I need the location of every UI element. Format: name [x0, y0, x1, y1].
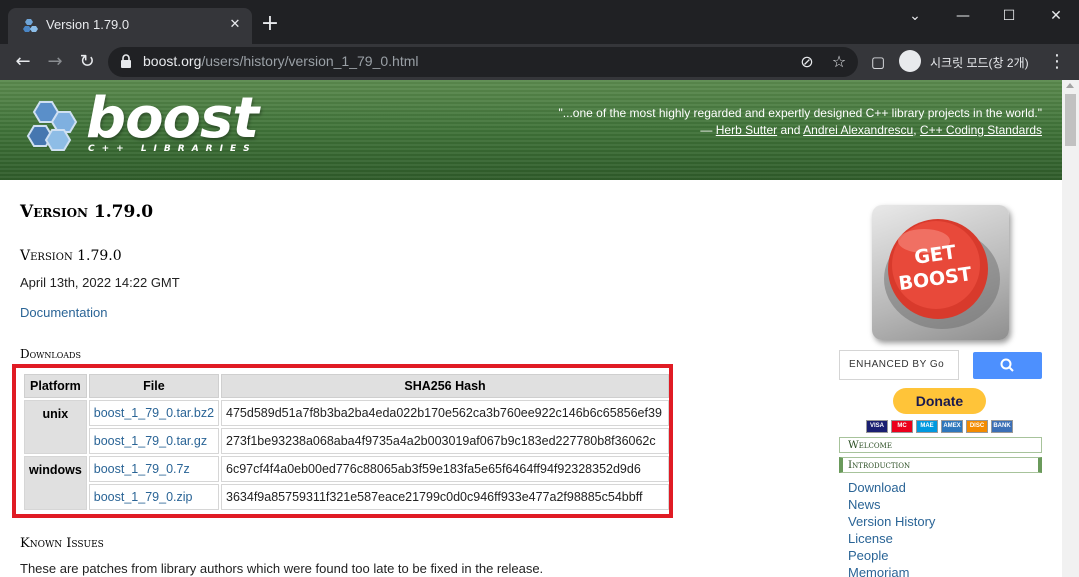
file-cell: boost_1_79_0.zip	[88, 484, 220, 510]
incognito-icon	[899, 50, 921, 72]
forward-icon[interactable]: →	[41, 48, 69, 76]
search-placeholder: ENHANCED BY Go	[849, 359, 945, 370]
menu-kebab-icon[interactable]: ⋮	[1043, 48, 1071, 76]
section-version-heading: Version 1.79.0	[20, 248, 122, 264]
sidebar-section-welcome[interactable]: Welcome	[839, 437, 1042, 453]
search-button[interactable]	[973, 352, 1042, 379]
address-bar[interactable]: boost.org/users/history/version_1_79_0.h…	[108, 47, 858, 77]
header-quote: "...one of the most highly regarded and …	[558, 106, 1042, 137]
platform-cell: windows	[24, 456, 87, 510]
table-header-file: File	[88, 374, 220, 398]
mastercard-icon: MC	[891, 420, 913, 433]
discover-icon: DISC	[966, 420, 988, 433]
sidebar-link-news[interactable]: News	[848, 497, 881, 512]
tab-search-icon[interactable]: ⌄	[892, 4, 938, 28]
side-panel-icon[interactable]: ▢	[864, 48, 892, 76]
known-issues-heading: Known Issues	[20, 536, 104, 551]
platform-cell: unix	[24, 400, 87, 454]
table-header-platform: Platform	[24, 374, 87, 398]
logo-subtitle: C++ LIBRARIES	[88, 144, 257, 154]
hash-cell: 6c97cf4f4a0eb00ed776c88065ab3f59e183fa5e…	[221, 456, 670, 482]
file-cell: boost_1_79_0.tar.gz	[88, 428, 220, 454]
page-title: Version 1.79.0	[20, 202, 154, 222]
known-issues-text: These are patches from library authors w…	[20, 561, 544, 576]
downloads-table: Platform File SHA256 Hash unix boost_1_7…	[22, 372, 671, 512]
file-link[interactable]: boost_1_79_0.tar.bz2	[94, 406, 214, 420]
bank-card-icon: BANK	[991, 420, 1013, 433]
visa-card-icon: VISA	[866, 420, 888, 433]
downloads-heading: Downloads	[20, 347, 81, 361]
author-link-andrei-alexandrescu[interactable]: Andrei Alexandrescu	[803, 123, 913, 137]
file-link[interactable]: boost_1_79_0.zip	[94, 490, 193, 504]
window-close-icon[interactable]: ✕	[1033, 4, 1079, 28]
sidebar-link-license[interactable]: License	[848, 531, 893, 546]
browser-toolbar: ← → ↻ boost.org/users/history/version_1_…	[0, 44, 1079, 80]
table-row: windows boost_1_79_0.7z 6c97cf4f4a0eb00e…	[24, 456, 670, 510]
table-row: unix boost_1_79_0.tar.bz2 475d589d51a7f8…	[24, 400, 670, 454]
hash-cell: 273f1be93238a068aba4f9735a4a2b003019af06…	[221, 428, 670, 454]
close-tab-icon[interactable]: ✕	[226, 16, 244, 34]
boost-favicon-icon	[23, 19, 38, 32]
minimize-icon[interactable]: —	[940, 4, 986, 28]
bookmark-star-icon[interactable]: ☆	[829, 52, 849, 72]
web-page: boost C++ LIBRARIES "...one of the most …	[0, 80, 1079, 577]
author-link-herb-sutter[interactable]: Herb Sutter	[716, 123, 777, 137]
sidebar-link-memoriam[interactable]: Memoriam	[848, 565, 909, 577]
search-input[interactable]: ENHANCED BY Go	[839, 350, 959, 380]
get-boost-button[interactable]: GET BOOST	[872, 205, 1009, 340]
back-icon[interactable]: ←	[9, 48, 37, 76]
release-date: April 13th, 2022 14:22 GMT	[20, 275, 180, 290]
table-row: boost_1_79_0.zip 3634f9a85759311f321e587…	[24, 484, 670, 510]
sidebar-link-download[interactable]: Download	[848, 480, 906, 495]
sidebar-link-version-history[interactable]: Version History	[848, 514, 935, 529]
table-header-hash: SHA256 Hash	[221, 374, 670, 398]
documentation-link[interactable]: Documentation	[20, 305, 107, 320]
book-link[interactable]: C++ Coding Standards	[920, 123, 1042, 137]
new-tab-icon[interactable]: +	[258, 12, 282, 36]
amex-icon: AMEX	[941, 420, 963, 433]
hash-cell: 475d589d51a7f8b3ba2ba4eda022b170e562ca3b…	[221, 400, 670, 426]
lock-icon	[121, 54, 131, 68]
table-row: boost_1_79_0.tar.gz 273f1be93238a068aba4…	[24, 428, 670, 454]
sidebar-link-people[interactable]: People	[848, 548, 888, 563]
scroll-thumb[interactable]	[1065, 94, 1076, 146]
tab-title: Version 1.79.0	[46, 17, 130, 32]
reload-icon[interactable]: ↻	[73, 48, 101, 76]
browser-tab[interactable]: Version 1.79.0 ✕	[8, 8, 252, 44]
search-icon	[1000, 358, 1014, 372]
main-content: Version 1.79.0 Version 1.79.0 April 13th…	[0, 180, 1062, 577]
file-cell: boost_1_79_0.tar.bz2	[88, 400, 220, 426]
page-scrollbar[interactable]	[1062, 80, 1079, 577]
file-link[interactable]: boost_1_79_0.tar.gz	[94, 434, 207, 448]
file-cell: boost_1_79_0.7z	[88, 456, 220, 482]
get-boost-icon: GET BOOST	[884, 219, 1000, 329]
hash-cell: 3634f9a85759311f321e587eace21799c0d0c946…	[221, 484, 670, 510]
header-banner: boost C++ LIBRARIES "...one of the most …	[0, 80, 1062, 180]
boost-logo-text[interactable]: boost	[86, 86, 259, 151]
file-link[interactable]: boost_1_79_0.7z	[94, 462, 190, 476]
scroll-up-icon[interactable]	[1066, 83, 1074, 88]
maximize-icon[interactable]: ☐	[986, 4, 1032, 28]
url-text: boost.org/users/history/version_1_79_0.h…	[143, 53, 419, 69]
boost-logo-icon[interactable]	[22, 98, 82, 156]
maestro-icon: MAE	[916, 420, 938, 433]
tracking-blocked-icon[interactable]: ⊘	[797, 52, 817, 72]
donate-button[interactable]: Donate	[893, 388, 986, 414]
sidebar-section-introduction[interactable]: Introduction	[839, 457, 1042, 473]
tab-strip: Version 1.79.0 ✕ + ⌄ — ☐ ✕	[0, 0, 1079, 44]
